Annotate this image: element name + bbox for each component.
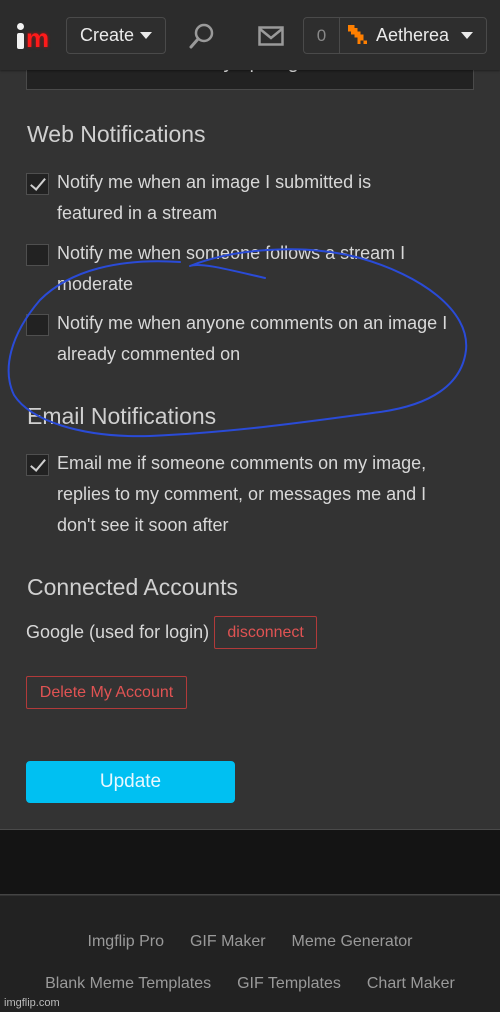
create-menu-button[interactable]: Create xyxy=(66,17,166,54)
featured-checkbox[interactable] xyxy=(26,173,49,195)
caret-down-icon xyxy=(461,32,474,39)
disconnect-button[interactable]: disconnect xyxy=(214,616,318,649)
imgflip-logo[interactable]: m xyxy=(14,20,54,51)
email-checkbox[interactable] xyxy=(26,454,49,476)
google-account-label: Google (used for login) xyxy=(26,622,210,642)
web-notification-option-comments: Notify me when anyone comments on an ima… xyxy=(26,308,476,370)
footer-link-gif-templates[interactable]: GIF Templates xyxy=(237,975,341,993)
top-navbar: m Create 0 Aetherea xyxy=(0,0,500,70)
follows-checkbox[interactable] xyxy=(26,244,49,266)
comments-checkbox[interactable] xyxy=(26,314,49,336)
footer-link-blank-meme-templates[interactable]: Blank Meme Templates xyxy=(45,975,211,993)
option-label[interactable]: Notify me when anyone comments on an ima… xyxy=(57,308,476,370)
search-icon[interactable] xyxy=(188,22,216,50)
user-avatar-icon xyxy=(348,24,367,44)
footer-links-row-2: Blank Meme Templates GIF Templates Chart… xyxy=(0,975,500,993)
web-notification-option-follows: Notify me when someone follows a stream … xyxy=(26,238,476,300)
connected-accounts-heading: Connected Accounts xyxy=(27,574,238,600)
email-notification-option: Email me if someone comments on my image… xyxy=(26,448,476,541)
footer-link-meme-generator[interactable]: Meme Generator xyxy=(292,933,413,951)
caret-down-icon xyxy=(140,32,153,39)
email-notifications-heading: Email Notifications xyxy=(27,403,217,429)
footer-link-imgflip-pro[interactable]: Imgflip Pro xyxy=(88,933,164,951)
update-button[interactable]: Update xyxy=(26,761,235,803)
create-label: Create xyxy=(79,25,135,45)
imgflip-watermark: imgflip.com xyxy=(4,997,60,1009)
footer-link-gif-maker[interactable]: GIF Maker xyxy=(190,933,266,951)
user-controls: 0 Aetherea xyxy=(303,17,487,54)
footer-divider-band xyxy=(0,829,500,895)
footer-link-chart-maker[interactable]: Chart Maker xyxy=(367,975,455,993)
notification-count[interactable]: 0 xyxy=(304,18,340,53)
user-menu-button[interactable]: Aetherea xyxy=(340,18,486,53)
web-notification-option-featured: Notify me when an image I submitted is f… xyxy=(26,167,476,229)
footer: Imgflip Pro GIF Maker Meme Generator Bla… xyxy=(0,896,500,1012)
web-notifications-heading: Web Notifications xyxy=(27,121,206,147)
username-label: Aetherea xyxy=(376,25,450,45)
option-label[interactable]: Notify me when an image I submitted is f… xyxy=(57,167,417,229)
option-label[interactable]: Email me if someone comments on my image… xyxy=(57,448,467,541)
option-label[interactable]: Notify me when someone follows a stream … xyxy=(57,238,457,300)
mail-icon[interactable] xyxy=(258,26,284,46)
google-account-row: Google (used for login) disconnect xyxy=(26,616,318,649)
delete-account-button[interactable]: Delete My Account xyxy=(26,676,187,709)
footer-links-row-1: Imgflip Pro GIF Maker Meme Generator xyxy=(0,933,500,951)
